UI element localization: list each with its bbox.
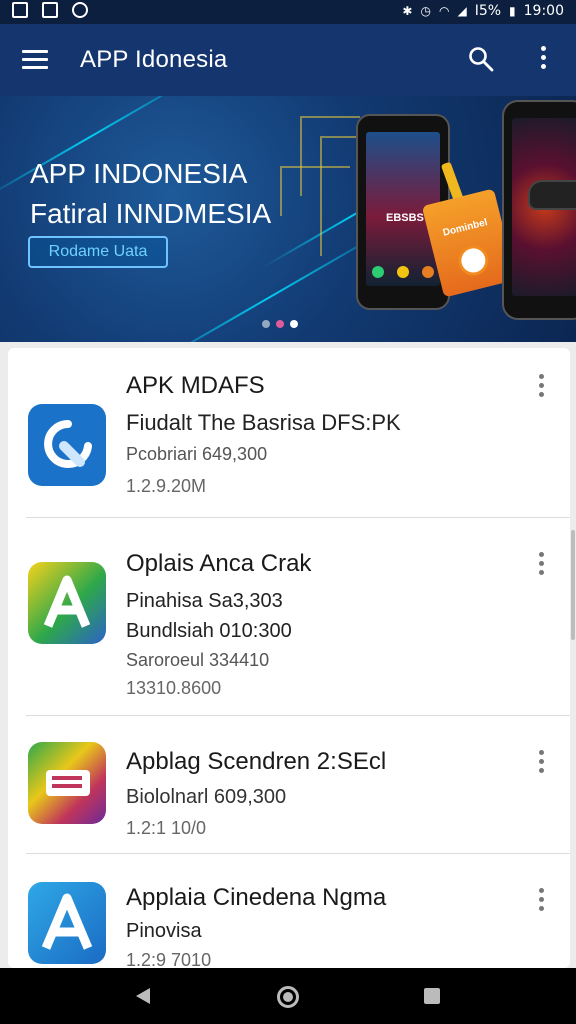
banner-subheading: Fatiral INNDMESIA — [30, 198, 272, 229]
app-downloads: Biololnarl 609,300 — [126, 786, 287, 808]
signal-icon: ◢ — [457, 4, 467, 18]
refresh-tool-icon — [28, 404, 106, 486]
app-list: APK MDAFS Fiudalt The Basrisa DFS:PK Pco… — [8, 348, 570, 968]
item-overflow-icon[interactable] — [538, 888, 544, 912]
app-version: 1.2:9 7010 — [126, 950, 212, 968]
phone-screen-text: EBSBS — [386, 212, 424, 224]
notification-icons — [12, 2, 88, 18]
app-detail-1: Pinahisa Sa3,303 — [126, 590, 283, 612]
notification-location-icon — [72, 2, 88, 18]
alarm-icon: ◷ — [420, 4, 431, 18]
menu-icon[interactable] — [22, 50, 48, 70]
app-name: APK MDAFS — [126, 372, 265, 399]
app-name: Applaia Cinedena Ngma — [126, 884, 387, 911]
app-version: 1.2:1 10/0 — [126, 818, 207, 838]
notification-photo-icon — [42, 2, 58, 18]
list-item[interactable]: Apblag Scendren 2:SEcl Biololnarl 609,30… — [8, 716, 570, 854]
item-overflow-icon[interactable] — [538, 552, 544, 576]
pager-dot[interactable] — [262, 320, 270, 328]
wifi-icon: ◠ — [438, 4, 450, 18]
overflow-menu-icon[interactable] — [538, 46, 548, 72]
banner-heading: APP INDONESIA — [30, 158, 248, 189]
app-detail-2: Bundlsiah 010:300 — [126, 620, 292, 642]
search-icon[interactable] — [468, 46, 494, 72]
pager-dot[interactable] — [276, 320, 284, 328]
status-indicators: ✱ ◷ ◠ ◢ I5% ▮ 19:00 — [402, 3, 564, 19]
letter-a-blue-icon — [28, 882, 106, 964]
list-item[interactable]: Applaia Cinedena Ngma Pinovisa 1.2:9 701… — [8, 854, 570, 968]
letter-a-icon — [28, 562, 106, 644]
app-subtitle: Fiudalt The Basrisa DFS:PK — [126, 410, 401, 435]
app-name: Oplais Anca Crak — [126, 550, 312, 577]
item-overflow-icon[interactable] — [538, 374, 544, 398]
app-version: 13310.8600 — [126, 678, 222, 698]
fox-icon — [455, 242, 492, 279]
notification-image-icon — [12, 2, 28, 18]
list-item[interactable]: APK MDAFS Fiudalt The Basrisa DFS:PK Pco… — [8, 348, 570, 518]
home-icon[interactable] — [277, 986, 299, 1008]
system-navigation-bar — [0, 968, 576, 1024]
banner-cta-button[interactable]: Rodame Uata — [28, 236, 168, 268]
phone-illustration-2 — [502, 100, 576, 320]
app-title: APP Idonesia — [80, 46, 228, 73]
back-icon[interactable] — [136, 988, 150, 1004]
status-bar: ✱ ◷ ◠ ◢ I5% ▮ 19:00 — [0, 0, 576, 24]
app-version: 1.2.9.20M — [126, 476, 207, 496]
recent-apps-icon[interactable] — [424, 988, 440, 1004]
promo-banner[interactable]: APP INDONESIA Fatiral INNDMESIA Rodame U… — [0, 96, 576, 342]
bluetooth-icon: ✱ — [402, 4, 413, 18]
pager-dot-active[interactable] — [290, 320, 298, 328]
app-detail-1: Pinovisa — [126, 920, 202, 942]
tag-text: Dominbel — [441, 217, 489, 239]
app-name: Apblag Scendren 2:SEcl — [126, 748, 387, 775]
scrollbar-thumb[interactable] — [571, 530, 575, 640]
list-item[interactable]: Oplais Anca Crak Pinahisa Sa3,303 Bundls… — [8, 518, 570, 716]
battery-level: I5% — [474, 3, 502, 19]
car-icon — [528, 180, 576, 210]
screen-icon — [28, 742, 106, 824]
app-bar: APP Idonesia — [0, 24, 576, 96]
banner-page-indicator — [262, 320, 298, 328]
item-overflow-icon[interactable] — [538, 750, 544, 774]
battery-icon: ▮ — [509, 4, 516, 18]
app-downloads: Pcobriari 649,300 — [126, 444, 268, 464]
app-detail-3: Saroroeul 334410 — [126, 650, 270, 670]
clock: 19:00 — [523, 3, 564, 19]
